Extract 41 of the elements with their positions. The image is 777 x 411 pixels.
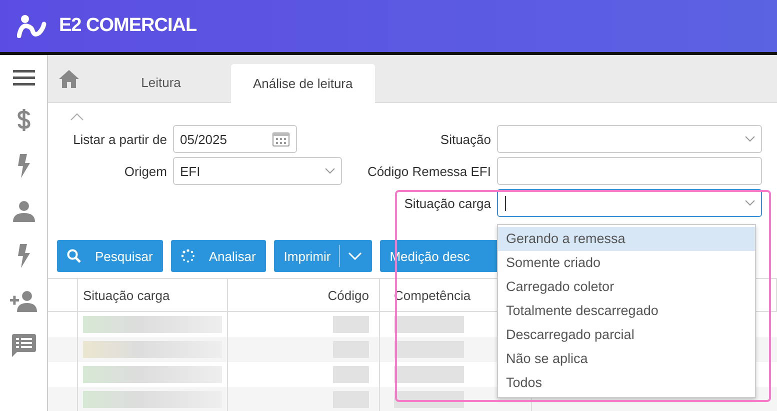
- redacted-block: [394, 341, 464, 358]
- select-field[interactable]: EFI: [173, 157, 342, 185]
- redacted-block: [333, 316, 369, 333]
- search-icon: [67, 249, 81, 263]
- dropdown-option[interactable]: Descarregado parcial: [498, 323, 755, 347]
- app-title: E2 COMERCIAL: [59, 15, 197, 37]
- logo-icon: [17, 14, 47, 38]
- dropdown-option[interactable]: Gerando a remessa: [498, 227, 755, 251]
- field-label: Situação: [439, 132, 491, 146]
- select-field[interactable]: [497, 125, 762, 153]
- field-label: Situação carga: [403, 196, 491, 210]
- field-label: Código Remessa EFI: [366, 164, 491, 178]
- tab[interactable]: Leitura: [91, 63, 231, 102]
- date-field[interactable]: 05/2025: [173, 125, 297, 153]
- dropdown-option[interactable]: Não se aplica: [498, 347, 755, 371]
- redacted-block: [394, 316, 464, 333]
- redacted-block: [333, 366, 369, 383]
- tab[interactable]: Análise de leitura: [231, 64, 375, 103]
- redacted-block: [394, 366, 464, 383]
- lightning-icon[interactable]: [16, 154, 30, 178]
- field-label: Origem: [123, 164, 167, 178]
- calendar-icon[interactable]: [272, 131, 290, 147]
- chevron-down-icon: [325, 168, 335, 174]
- lightning-icon[interactable]: [16, 244, 30, 268]
- column-header[interactable]: Situação carga: [78, 279, 228, 311]
- dropdown-option[interactable]: Todos: [498, 371, 755, 395]
- chevron-down-icon: [348, 252, 362, 260]
- chevron-down-icon: [745, 200, 755, 206]
- column-header[interactable]: Código: [228, 279, 380, 311]
- chat-list-icon[interactable]: [12, 334, 36, 358]
- dollar-icon[interactable]: [16, 108, 30, 132]
- select-field[interactable]: [497, 189, 762, 217]
- person-icon[interactable]: [12, 200, 34, 222]
- spinner-icon: [180, 249, 195, 263]
- menu-icon[interactable]: [12, 70, 34, 86]
- chevron-down-icon: [745, 136, 755, 142]
- field-label: Listar a partir de: [72, 132, 167, 146]
- home-icon[interactable]: [59, 70, 79, 88]
- collapse-icon[interactable]: [70, 113, 84, 121]
- add-person-icon[interactable]: [10, 290, 38, 312]
- text-field[interactable]: [497, 157, 762, 185]
